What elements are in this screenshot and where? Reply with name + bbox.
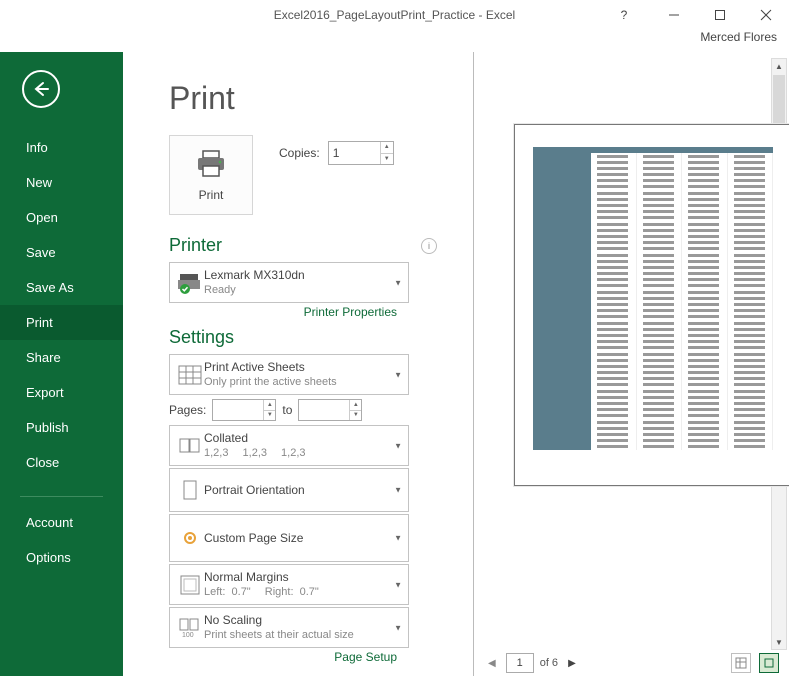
sidebar-item-share[interactable]: Share <box>0 340 123 375</box>
print-button[interactable]: Print <box>169 135 253 215</box>
printer-status-icon <box>176 270 204 296</box>
sidebar-item-close[interactable]: Close <box>0 445 123 480</box>
sidebar-item-saveas[interactable]: Save As <box>0 270 123 305</box>
page-total-label: of 6 <box>540 657 558 669</box>
print-button-label: Print <box>199 188 224 202</box>
settings-heading: Settings <box>169 327 234 348</box>
chevron-down-icon: ▼ <box>394 580 402 589</box>
maximize-button[interactable] <box>697 0 743 30</box>
orientation-select[interactable]: Portrait Orientation ▼ <box>169 468 409 512</box>
chevron-down-icon: ▼ <box>394 441 402 450</box>
sidebar-item-account[interactable]: Account <box>0 505 123 540</box>
portrait-icon <box>176 477 204 503</box>
pages-to-input[interactable]: ▲▼ <box>298 399 362 421</box>
pagesize-select[interactable]: Custom Page Size ▼ <box>169 514 409 562</box>
margins-icon <box>176 572 204 598</box>
sidebar-item-publish[interactable]: Publish <box>0 410 123 445</box>
info-icon[interactable]: i <box>421 238 437 254</box>
margins-select[interactable]: Normal Margins Left: 0.7" Right: 0.7" ▼ <box>169 564 409 605</box>
chevron-down-icon: ▼ <box>394 278 402 287</box>
sidebar-item-export[interactable]: Export <box>0 375 123 410</box>
scroll-up-icon[interactable]: ▲ <box>772 59 786 73</box>
sidebar-item-info[interactable]: Info <box>0 130 123 165</box>
show-margins-button[interactable] <box>731 653 751 673</box>
chevron-down-icon: ▼ <box>394 370 402 379</box>
sidebar-divider <box>20 496 103 497</box>
sidebar-item-print[interactable]: Print <box>0 305 123 340</box>
sidebar-item-options[interactable]: Options <box>0 540 123 575</box>
svg-text:100: 100 <box>182 632 194 639</box>
page-heading: Print <box>169 80 455 117</box>
scroll-down-icon[interactable]: ▼ <box>772 635 786 649</box>
sidebar-item-open[interactable]: Open <box>0 200 123 235</box>
sidebar-item-new[interactable]: New <box>0 165 123 200</box>
collated-icon <box>176 433 204 459</box>
titlebar: Excel2016_PageLayoutPrint_Practice - Exc… <box>0 0 789 30</box>
copies-label: Copies: <box>279 146 320 160</box>
print-preview-pane: ▲ ▼ ◀ 1 of 6 ▶ <box>473 52 789 676</box>
print-what-select[interactable]: Print Active Sheets Only print the activ… <box>169 354 409 395</box>
next-page-button[interactable]: ▶ <box>564 658 580 669</box>
user-name: Merced Flores <box>0 30 789 52</box>
pages-from-input[interactable]: ▲▼ <box>212 399 276 421</box>
printer-status: Ready <box>204 283 402 298</box>
pages-to-label: to <box>282 403 292 417</box>
printer-icon <box>194 149 228 182</box>
copies-input[interactable]: 1 ▲▼ <box>328 141 394 165</box>
printer-properties-link[interactable]: Printer Properties <box>169 305 397 319</box>
scaling-icon: 100 <box>176 615 204 641</box>
zoom-to-page-button[interactable] <box>759 653 779 673</box>
preview-page <box>514 124 789 486</box>
help-button[interactable]: ? <box>609 0 639 30</box>
page-setup-link[interactable]: Page Setup <box>169 650 397 664</box>
pages-label: Pages: <box>169 403 206 417</box>
collation-select[interactable]: Collated 1,2,3 1,2,3 1,2,3 ▼ <box>169 425 409 466</box>
printer-name: Lexmark MX310dn <box>204 267 402 283</box>
chevron-down-icon: ▼ <box>394 623 402 632</box>
printer-heading: Printer <box>169 235 222 256</box>
sidebar-item-save[interactable]: Save <box>0 235 123 270</box>
scaling-select[interactable]: 100 No Scaling Print sheets at their act… <box>169 607 409 648</box>
pagesize-icon <box>176 525 204 551</box>
backstage-sidebar: Info New Open Save Save As Print Share E… <box>0 52 123 676</box>
page-number-input[interactable]: 1 <box>506 653 534 673</box>
back-button[interactable] <box>22 70 60 108</box>
copies-spinner[interactable]: ▲▼ <box>380 142 393 164</box>
minimize-button[interactable] <box>651 0 697 30</box>
prev-page-button[interactable]: ◀ <box>484 658 500 669</box>
chevron-down-icon: ▼ <box>394 486 402 495</box>
printer-select[interactable]: Lexmark MX310dn Ready ▼ <box>169 262 409 303</box>
close-button[interactable] <box>743 0 789 30</box>
sheets-icon <box>176 362 204 388</box>
chevron-down-icon: ▼ <box>394 534 402 543</box>
